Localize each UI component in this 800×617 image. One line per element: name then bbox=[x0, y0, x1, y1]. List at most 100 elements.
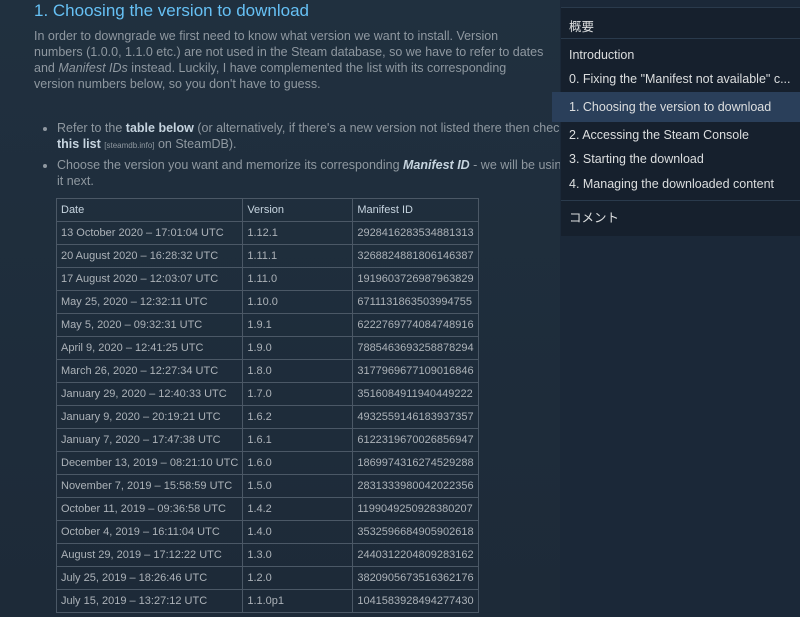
cell-manifest-id: 3516084911940449222 bbox=[352, 382, 479, 406]
toc-divider bbox=[561, 38, 800, 39]
section-title: 1. Choosing the version to download bbox=[34, 1, 310, 20]
cell-date: November 7, 2019 – 15:58:59 UTC bbox=[55, 474, 244, 498]
table-row: January 7, 2020 – 17:47:38 UTC 1.6.1 61223… bbox=[55, 428, 479, 452]
cell-version: 1.6.2 bbox=[242, 405, 354, 429]
toc-divider bbox=[561, 200, 800, 201]
table-row: May 5, 2020 – 09:32:31 UTC 1.9.1 622276977… bbox=[55, 313, 479, 337]
cell-date: January 9, 2020 – 20:19:21 UTC bbox=[55, 405, 244, 429]
bullet-text: Refer to the bbox=[57, 121, 126, 135]
toc-item-choosing-version[interactable]: 1. Choosing the version to download bbox=[569, 100, 791, 114]
table-below-text: table below bbox=[125, 121, 194, 135]
cell-version: 1.7.0 bbox=[242, 382, 354, 406]
cell-date: August 29, 2019 – 17:12:22 UTC bbox=[55, 543, 244, 567]
bullet-text: Choose the version you want and memorize… bbox=[57, 158, 404, 172]
toc-item-fixing-manifest[interactable]: 0. Fixing the "Manifest not available" c… bbox=[569, 72, 791, 86]
steamdb-link-domain[interactable]: [steamdb.info] bbox=[104, 141, 154, 150]
cell-date: January 29, 2020 – 12:40:33 UTC bbox=[55, 382, 244, 406]
cell-version: 1.11.1 bbox=[242, 244, 354, 268]
cell-version: 1.11.0 bbox=[242, 267, 354, 291]
cell-manifest-id: 2831333980042022356 bbox=[352, 474, 479, 498]
cell-version: 1.8.0 bbox=[242, 359, 354, 383]
cell-manifest-id: 1869974316274529288 bbox=[352, 451, 479, 475]
cell-version: 1.1.0p1 bbox=[242, 589, 354, 613]
cell-date: December 13, 2019 – 08:21:10 UTC bbox=[55, 451, 244, 475]
cell-version: 1.10.0 bbox=[242, 290, 354, 314]
cell-manifest-id: 2440312204809283162 bbox=[352, 543, 479, 567]
manifest-id-text: Manifest ID bbox=[403, 158, 470, 172]
table-row: 17 August 2020 – 12:03:07 UTC 1.11.0 19196… bbox=[55, 267, 479, 291]
guide-content: 1. Choosing the version to download In o… bbox=[0, 0, 560, 617]
cell-manifest-id: 1041583928494277430 bbox=[352, 589, 479, 613]
cell-manifest-id: 7885463693258878294 bbox=[352, 336, 479, 360]
table-of-contents: 概要 Introduction 0. Fixing the "Manifest … bbox=[552, 7, 800, 236]
cell-date: July 25, 2019 – 18:26:46 UTC bbox=[55, 566, 244, 590]
cell-manifest-id: 3820905673516362176 bbox=[352, 566, 479, 590]
table-row: November 7, 2019 – 15:58:59 UTC 1.5.0 2831… bbox=[55, 474, 479, 498]
table-header-row: Date Version Manifest ID bbox=[55, 198, 479, 222]
table-row: October 11, 2019 – 09:36:58 UTC 1.4.2 1199… bbox=[55, 497, 479, 521]
toc-heading: 概要 bbox=[569, 20, 595, 34]
cell-manifest-id: 6122319670026856947 bbox=[352, 428, 479, 452]
cell-date: 20 August 2020 – 16:28:32 UTC bbox=[55, 244, 244, 268]
table-row: July 25, 2019 – 18:26:46 UTC 1.2.0 3820905… bbox=[55, 566, 479, 590]
cell-date: January 7, 2020 – 17:47:38 UTC bbox=[55, 428, 244, 452]
cell-manifest-id: 2928416283534881313 bbox=[352, 221, 479, 245]
instruction-list: Refer to the table below (or alternative… bbox=[34, 120, 560, 192]
table-row: March 26, 2020 – 12:27:34 UTC 1.8.0 317796… bbox=[55, 359, 479, 383]
table-row: May 25, 2020 – 12:32:11 UTC 1.10.0 6711131… bbox=[55, 290, 479, 314]
cell-date: October 4, 2019 – 16:11:04 UTC bbox=[55, 520, 244, 544]
table-row: January 29, 2020 – 12:40:33 UTC 1.7.0 3516… bbox=[55, 382, 479, 406]
cell-date: 17 August 2020 – 12:03:07 UTC bbox=[55, 267, 244, 291]
cell-version: 1.2.0 bbox=[242, 566, 354, 590]
bullet-text: (or alternatively, if there's a new vers… bbox=[193, 121, 560, 135]
toc-active-pointer bbox=[552, 92, 562, 122]
intro-italic: Manifest IDs bbox=[58, 61, 128, 75]
cell-manifest-id: 3268824881806146387 bbox=[352, 244, 479, 268]
table-row: April 9, 2020 – 12:41:25 UTC 1.9.0 7885463… bbox=[55, 336, 479, 360]
cell-manifest-id: 1919603726987963829 bbox=[352, 267, 479, 291]
cell-version: 1.9.0 bbox=[242, 336, 354, 360]
intro-paragraph: In order to downgrade we first need to k… bbox=[34, 28, 546, 92]
cell-date: May 25, 2020 – 12:32:11 UTC bbox=[55, 290, 244, 314]
cell-manifest-id: 6222769774084748916 bbox=[352, 313, 479, 337]
cell-version: 1.5.0 bbox=[242, 474, 354, 498]
table-body: 13 October 2020 – 17:01:04 UTC 1.12.1 2928… bbox=[55, 221, 479, 613]
cell-date: 13 October 2020 – 17:01:04 UTC bbox=[55, 221, 244, 245]
cell-version: 1.3.0 bbox=[242, 543, 354, 567]
cell-date: March 26, 2020 – 12:27:34 UTC bbox=[55, 359, 244, 383]
table-row: December 13, 2019 – 08:21:10 UTC 1.6.0 186… bbox=[55, 451, 479, 475]
toc-item-steam-console[interactable]: 2. Accessing the Steam Console bbox=[569, 128, 791, 142]
list-item: Refer to the table below (or alternative… bbox=[57, 120, 560, 154]
cell-manifest-id: 6711131863503994755 bbox=[352, 290, 479, 314]
cell-version: 1.4.2 bbox=[242, 497, 354, 521]
list-item: Choose the version you want and memorize… bbox=[57, 157, 560, 189]
table-row: January 9, 2020 – 20:19:21 UTC 1.6.2 49325… bbox=[55, 405, 479, 429]
toc-item-managing-content[interactable]: 4. Managing the downloaded content bbox=[569, 177, 791, 191]
cell-date: May 5, 2020 – 09:32:31 UTC bbox=[55, 313, 244, 337]
header-manifest-id: Manifest ID bbox=[352, 198, 479, 222]
cell-date: October 11, 2019 – 09:36:58 UTC bbox=[55, 497, 244, 521]
cell-date: April 9, 2020 – 12:41:25 UTC bbox=[55, 336, 244, 360]
cell-version: 1.9.1 bbox=[242, 313, 354, 337]
table-row: August 29, 2019 – 17:12:22 UTC 1.3.0 24403… bbox=[55, 543, 479, 567]
this-list-link[interactable]: this list bbox=[57, 137, 101, 151]
cell-manifest-id: 3177969677109016846 bbox=[352, 359, 479, 383]
cell-manifest-id: 4932559146183937357 bbox=[352, 405, 479, 429]
version-table: Date Version Manifest ID 13 October 2020… bbox=[55, 198, 479, 613]
cell-date: July 15, 2019 – 13:27:12 UTC bbox=[55, 589, 244, 613]
cell-manifest-id: 3532596684905902618 bbox=[352, 520, 479, 544]
cell-version: 1.12.1 bbox=[242, 221, 354, 245]
bullet-text: on SteamDB). bbox=[154, 137, 237, 151]
cell-version: 1.4.0 bbox=[242, 520, 354, 544]
cell-version: 1.6.1 bbox=[242, 428, 354, 452]
toc-item-introduction[interactable]: Introduction bbox=[569, 48, 791, 62]
toc-item-comments[interactable]: コメント bbox=[569, 207, 791, 226]
table-row: October 4, 2019 – 16:11:04 UTC 1.4.0 35325… bbox=[55, 520, 479, 544]
table-row: 13 October 2020 – 17:01:04 UTC 1.12.1 2928… bbox=[55, 221, 479, 245]
cell-manifest-id: 1199049250928380207 bbox=[352, 497, 479, 521]
table-row: July 15, 2019 – 13:27:12 UTC 1.1.0p1 10415… bbox=[55, 589, 479, 613]
cell-version: 1.6.0 bbox=[242, 451, 354, 475]
toc-item-starting-download[interactable]: 3. Starting the download bbox=[569, 152, 791, 166]
header-date: Date bbox=[55, 198, 244, 222]
table-row: 20 August 2020 – 16:28:32 UTC 1.11.1 32688… bbox=[55, 244, 479, 268]
